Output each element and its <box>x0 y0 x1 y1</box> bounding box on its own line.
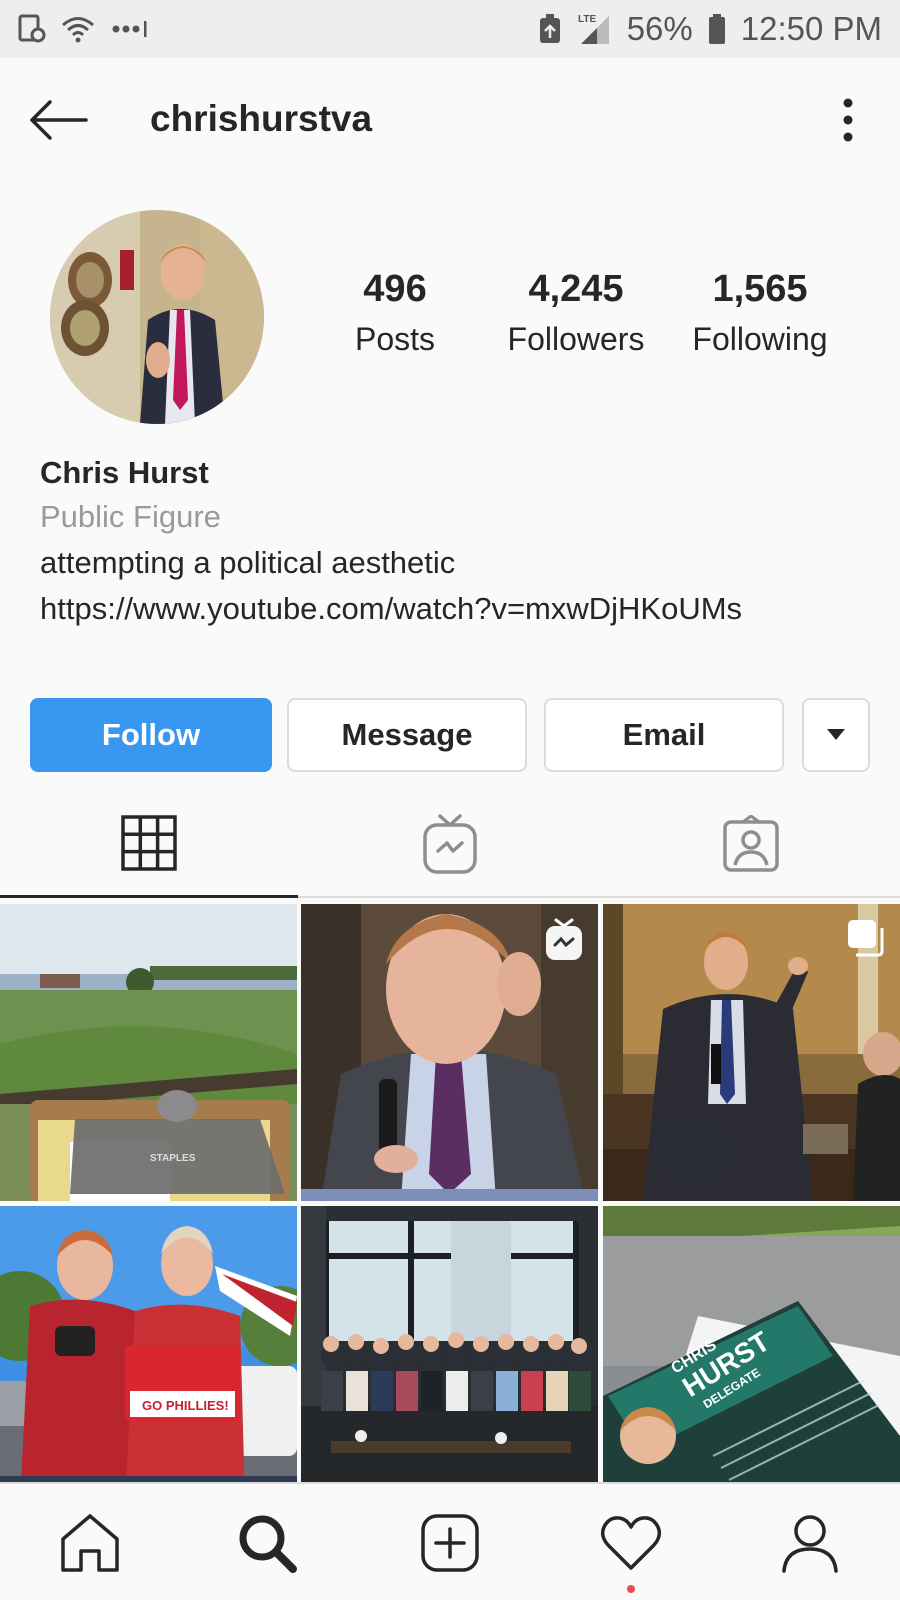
posts-stat[interactable]: 496 Posts <box>330 268 460 358</box>
grid-icon <box>121 814 177 871</box>
status-left <box>18 14 150 44</box>
caret-down-icon <box>827 729 845 740</box>
tab-igtv[interactable] <box>301 790 599 898</box>
profile-tabs <box>0 790 900 898</box>
header-username: chrishurstva <box>150 98 373 139</box>
carousel-badge-icon <box>846 918 886 958</box>
screen-record-icon <box>18 14 46 44</box>
nav-search[interactable] <box>232 1508 302 1578</box>
add-post-icon <box>421 1514 479 1572</box>
profile-icon <box>782 1515 838 1573</box>
email-button[interactable]: Email <box>544 698 784 772</box>
followers-count: 4,245 <box>528 268 624 310</box>
tagged-icon <box>723 815 779 872</box>
sign-text: GO PHILLIES! <box>142 1398 229 1413</box>
suggested-accounts-button[interactable] <box>802 698 870 772</box>
nav-activity[interactable] <box>596 1508 666 1578</box>
search-icon <box>239 1515 297 1573</box>
profile-bio: Chris Hurst Public Figure attempting a p… <box>40 455 880 627</box>
battery-saver-icon <box>537 13 563 45</box>
followers-label: Followers <box>507 321 645 357</box>
profile-category: Public Figure <box>40 499 221 534</box>
bio-text: attempting a political aesthetic <box>40 545 456 580</box>
status-right: LTE 56% 12:50 PM <box>537 10 882 48</box>
activity-notification-dot <box>627 1585 635 1593</box>
igtv-badge-icon <box>544 918 584 962</box>
profile-avatar[interactable] <box>50 210 264 424</box>
options-button[interactable] <box>838 92 858 148</box>
battery-icon <box>707 13 727 45</box>
following-stat[interactable]: 1,565 Following <box>675 268 845 358</box>
post-thumbnail[interactable]: STAPLES <box>0 904 297 1201</box>
bio-link[interactable]: https://www.youtube.com/watch?v=mxwDjHKo… <box>40 591 880 627</box>
nav-home[interactable] <box>55 1508 125 1578</box>
post-thumbnail[interactable] <box>301 904 598 1201</box>
post-thumbnail[interactable] <box>301 1206 598 1503</box>
tab-grid[interactable] <box>0 790 298 898</box>
status-bar: LTE 56% 12:50 PM <box>0 0 900 58</box>
message-button[interactable]: Message <box>287 698 527 772</box>
following-label: Following <box>692 321 828 357</box>
display-name: Chris Hurst <box>40 455 209 490</box>
post-thumbnail[interactable] <box>603 904 900 1201</box>
lte-signal-icon: LTE <box>577 12 613 46</box>
post-thumbnail[interactable]: GO PHILLIES! <box>0 1206 297 1503</box>
clipboard-brand-text: STAPLES <box>150 1153 196 1164</box>
more-vertical-icon <box>843 98 853 142</box>
clock: 12:50 PM <box>740 10 882 47</box>
tab-tagged[interactable] <box>602 790 900 898</box>
more-notifications-icon <box>110 19 150 39</box>
following-count: 1,565 <box>712 268 808 310</box>
post-thumbnail[interactable]: CHRIS HURST DELEGATE <box>603 1206 900 1503</box>
follow-button[interactable]: Follow <box>30 698 272 772</box>
avatar-image <box>50 210 264 424</box>
igtv-icon <box>423 814 477 874</box>
back-button[interactable] <box>24 94 92 146</box>
followers-stat[interactable]: 4,245 Followers <box>491 268 661 358</box>
profile-actions: Follow Message Email <box>30 698 870 772</box>
svg-text:LTE: LTE <box>578 14 596 25</box>
wifi-icon <box>60 15 96 43</box>
profile-header: chrishurstva <box>0 58 900 184</box>
posts-label: Posts <box>354 321 436 357</box>
nav-profile[interactable] <box>775 1508 845 1578</box>
posts-count: 496 <box>363 268 427 310</box>
bottom-navigation <box>0 1482 900 1600</box>
nav-new-post[interactable] <box>415 1508 485 1578</box>
activity-heart-icon <box>600 1516 662 1570</box>
back-arrow-icon <box>30 100 88 140</box>
home-icon <box>61 1514 119 1572</box>
battery-percent: 56% <box>626 10 693 47</box>
